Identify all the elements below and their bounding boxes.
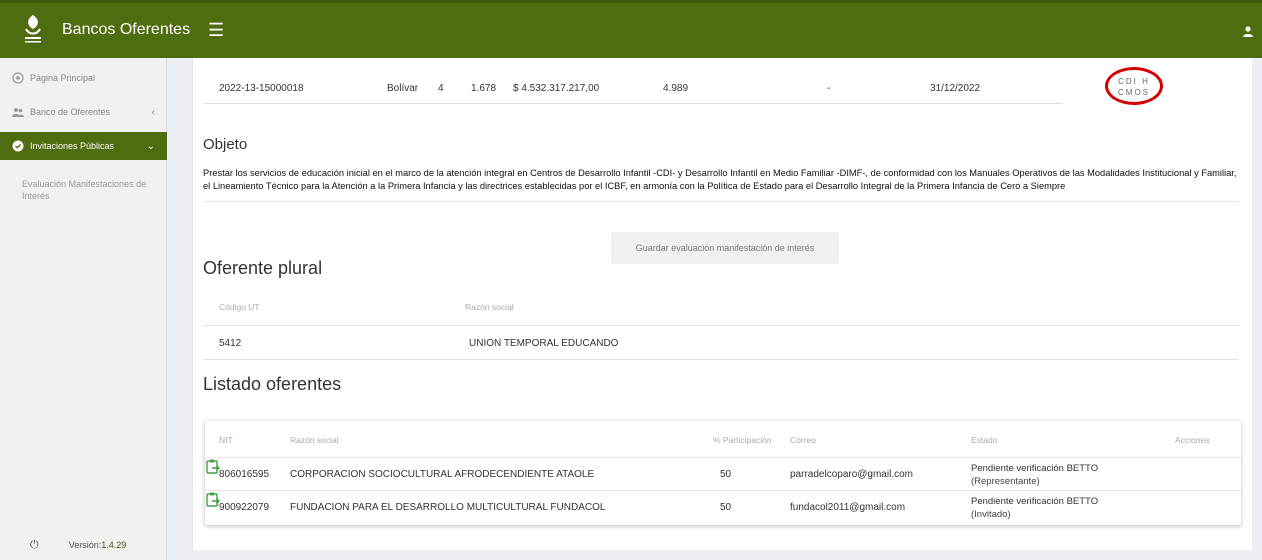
summary-amount: $ 4.532.317.217,00: [513, 83, 600, 94]
row-nit: 806016595: [219, 469, 270, 480]
version-info: ⏻ Versión: 1.4.29: [0, 530, 167, 560]
save-evaluation-button[interactable]: Guardar evaluación manifestación de inte…: [611, 232, 839, 264]
row-email: parradelcoparo@gmail.com: [790, 469, 913, 480]
circle-text-1: CDI H: [1118, 77, 1150, 86]
sidebar-subitem-evaluacion[interactable]: Evaluación Manifestaciones de Interés: [22, 178, 152, 202]
sidebar-item-pagina-principal[interactable]: Página Principal: [0, 64, 167, 92]
header-participacion: % Participación: [713, 435, 772, 445]
row-nit: 900922079: [219, 502, 270, 513]
summary-col4: 1.678: [471, 83, 497, 94]
power-icon[interactable]: ⏻: [30, 539, 39, 552]
divider: [203, 201, 1239, 202]
header-razon-social: Razón social: [290, 435, 339, 445]
sidebar-item-invitaciones-publicas[interactable]: Invitaciones Públicas ⌄: [0, 132, 167, 160]
home-icon: [12, 72, 24, 84]
row-name: CORPORACION SOCIOCULTURAL AFRODECENDIENT…: [290, 469, 595, 480]
user-icon[interactable]: [1242, 25, 1254, 37]
summary-col7: -: [827, 83, 831, 94]
table-row: 5412 UNION TEMPORAL EDUCANDO: [203, 328, 1239, 360]
chevron-left-icon: ‹: [151, 106, 155, 118]
hamburger-menu-icon[interactable]: ☰: [208, 20, 224, 41]
row-status: Pendiente verificación BETTO (Invitado): [971, 495, 1121, 521]
shield-check-icon: [12, 140, 24, 152]
row-status-line-1: Pendiente verificación BETTO: [971, 463, 1099, 474]
summary-code: 2022-13-15000018: [219, 83, 304, 94]
row-status: Pendiente verificación BETTO (Representa…: [971, 462, 1121, 488]
users-icon: [12, 108, 24, 117]
app-title[interactable]: Bancos Oferentes: [62, 21, 190, 39]
sidebar-item-banco-oferentes[interactable]: Banco de Oferentes ‹: [0, 98, 167, 126]
row-status-line-2: (Invitado): [971, 509, 1011, 520]
plural-table-header: Código UT Razón social: [203, 286, 1239, 326]
row-status-line-2: (Representante): [971, 476, 1040, 487]
highlight-circle: CDI H CMOS: [1105, 67, 1163, 105]
row-status-line-1: Pendiente verificación BETTO: [971, 496, 1099, 507]
header-correo: Correo: [790, 435, 816, 445]
summary-row: 2022-13-15000018 Bolívar 4 1.678 $ 4.532…: [203, 70, 1063, 104]
header-estado: Estado: [971, 435, 998, 445]
plural-name: UNION TEMPORAL EDUCANDO: [469, 338, 619, 349]
objeto-heading: Objeto: [203, 136, 248, 153]
row-pct: 50: [720, 502, 732, 513]
sidebar: Página Principal Banco de Oferentes ‹ In…: [0, 58, 167, 560]
circle-text-2: CMOS: [1118, 88, 1150, 97]
row-email: fundacol2011@gmail.com: [790, 502, 906, 513]
summary-department: Bolívar: [387, 83, 419, 94]
oferente-plural-heading: Oferente plural: [203, 258, 323, 278]
listado-heading: Listado oferentes: [203, 374, 342, 394]
summary-col3: 4: [438, 83, 444, 94]
header-acciones: Acciones: [1175, 435, 1210, 445]
row-pct: 50: [720, 469, 732, 480]
version-number: 1.4.29: [101, 540, 127, 550]
top-navbar: Bancos Oferentes ☰: [0, 0, 1262, 58]
oferentes-table: NIT Razón social % Participación Correo …: [205, 421, 1241, 525]
sidebar-item-label: Invitaciones Públicas: [30, 141, 115, 151]
objeto-text: Prestar los servicios de educación inici…: [203, 168, 1237, 191]
row-name: FUNDACION PARA EL DESARROLLO MULTICULTUR…: [290, 502, 606, 513]
summary-col6: 4.989: [663, 83, 689, 94]
version-label: Versión:: [68, 540, 102, 550]
table-row: 806016595 CORPORACION SOCIOCULTURAL AFRO…: [205, 458, 1241, 491]
header-nit: NIT: [219, 435, 233, 445]
header-codigo-ut: Código UT: [219, 302, 260, 312]
header-razon-social: Razón social: [465, 302, 514, 312]
sidebar-item-label: Banco de Oferentes: [30, 107, 111, 117]
institution-logo-icon[interactable]: [22, 13, 44, 47]
main-panel: 2022-13-15000018 Bolívar 4 1.678 $ 4.532…: [192, 58, 1252, 550]
summary-date: 31/12/2022: [930, 83, 981, 94]
sidebar-item-label: Página Principal: [30, 73, 96, 83]
table-row: 900922079 FUNDACION PARA EL DESARROLLO M…: [205, 491, 1241, 524]
oferentes-table-header: NIT Razón social % Participación Correo …: [205, 421, 1241, 458]
plural-code: 5412: [219, 338, 242, 349]
chevron-down-icon: ⌄: [146, 140, 155, 152]
